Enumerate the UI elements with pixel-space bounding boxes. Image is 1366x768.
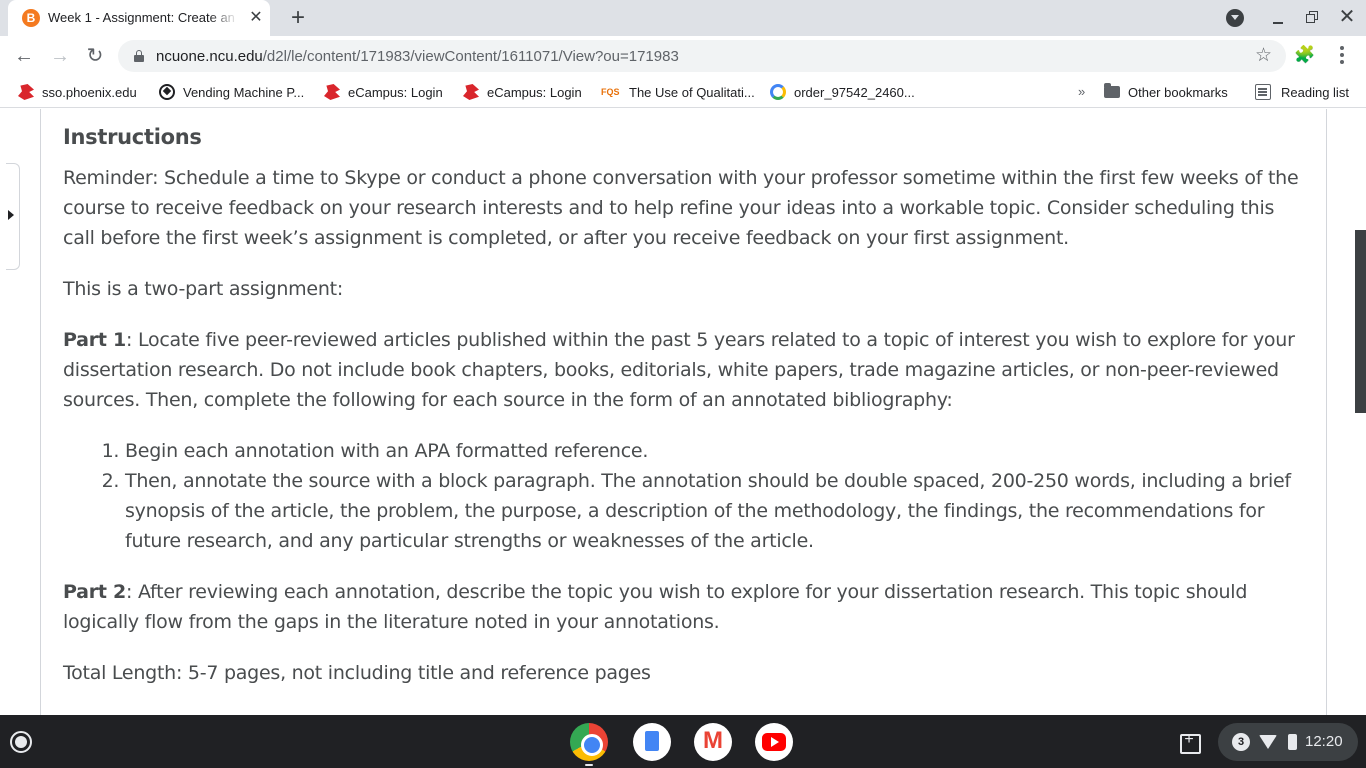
gmail-icon[interactable] (694, 723, 732, 761)
reading-list-label: Reading list (1281, 84, 1349, 100)
tab-title: Week 1 - Assignment: Create an Annotated… (48, 10, 238, 25)
notification-count-badge: 3 (1232, 733, 1250, 751)
side-panel-expand-icon[interactable] (6, 163, 20, 270)
minimize-button[interactable] (1268, 8, 1288, 28)
bookmark-order[interactable]: order_97542_2460... (770, 76, 915, 108)
reading-list-button[interactable]: Reading list (1255, 76, 1349, 108)
status-tray[interactable]: 3 12:20 (1218, 723, 1358, 761)
reading-list-icon (1255, 84, 1271, 100)
part1-label: Part 1 (63, 329, 127, 351)
url-text[interactable]: ncuone.ncu.edu/d2l/le/content/171983/vie… (156, 48, 679, 65)
browser-menu-icon[interactable] (1332, 45, 1352, 67)
wifi-icon (1259, 735, 1277, 749)
tab-strip: B Week 1 - Assignment: Create an Annotat… (0, 0, 1366, 36)
bookmark-label: sso.phoenix.edu (42, 84, 137, 100)
annotation-steps-list: Begin each annotation with an APA format… (125, 436, 1303, 556)
extensions-puzzle-icon[interactable]: 🧩 (1294, 45, 1316, 67)
reload-icon[interactable]: ↻ (81, 42, 109, 70)
content-panel: Instructions Reminder: Schedule a time t… (40, 109, 1327, 715)
blackboard-favicon-icon: B (22, 9, 40, 27)
bookmark-qualitative[interactable]: FQS The Use of Qualitati... (601, 76, 755, 108)
instructions-section: Instructions Reminder: Schedule a time t… (63, 125, 1303, 709)
browser-toolbar: ← → ↻ ncuone.ncu.edu/d2l/le/content/1719… (0, 36, 1366, 76)
window-close-button[interactable]: ✕ (1336, 6, 1358, 28)
url-host: ncuone.ncu.edu (156, 48, 263, 65)
browser-tab[interactable]: B Week 1 - Assignment: Create an Annotat… (8, 0, 270, 36)
tab-search-icon[interactable] (1226, 9, 1244, 27)
running-indicator (585, 764, 593, 766)
vending-icon (159, 84, 175, 100)
list-item: Begin each annotation with an APA format… (125, 436, 1303, 466)
youtube-icon[interactable] (755, 723, 793, 761)
forward-arrow-icon[interactable]: → (46, 42, 74, 70)
tab-close-icon[interactable]: ✕ (246, 8, 266, 28)
phoenix-icon (18, 84, 34, 100)
instructions-heading: Instructions (63, 125, 202, 149)
bookmark-label: eCampus: Login (487, 84, 582, 100)
new-tab-button[interactable]: + (284, 4, 312, 32)
other-bookmarks-folder[interactable]: Other bookmarks (1104, 76, 1228, 108)
bookmark-label: Vending Machine P... (183, 84, 305, 100)
url-path: /d2l/le/content/171983/viewContent/16110… (262, 48, 679, 65)
bookmarks-bar: sso.phoenix.edu Vending Machine P... eCa… (0, 76, 1366, 108)
clock-text: 12:20 (1305, 733, 1343, 750)
part2-text: : After reviewing each annotation, descr… (63, 581, 1248, 633)
launcher-icon[interactable] (10, 731, 32, 753)
page-content: Instructions Reminder: Schedule a time t… (0, 109, 1366, 715)
bookmark-star-icon[interactable]: ☆ (1255, 44, 1272, 67)
part1-paragraph: Part 1: Locate five peer-reviewed articl… (63, 325, 1303, 415)
two-part-paragraph: This is a two-part assignment: (63, 278, 344, 300)
chrome-icon[interactable] (570, 723, 608, 761)
restore-button[interactable] (1302, 8, 1322, 28)
bookmark-label: eCampus: Login (348, 84, 443, 100)
bookmark-label: order_97542_2460... (794, 84, 915, 100)
battery-icon (1288, 734, 1297, 750)
list-item: Then, annotate the source with a block p… (125, 466, 1303, 556)
phoenix-icon (463, 84, 479, 100)
bookmark-ecampus-login-1[interactable]: eCampus: Login (324, 76, 443, 108)
reminder-paragraph: Reminder: Schedule a time to Skype or co… (63, 167, 1299, 249)
google-docs-icon[interactable] (633, 723, 671, 761)
order-icon (770, 84, 786, 100)
bookmark-ecampus-login-2[interactable]: eCampus: Login (463, 76, 582, 108)
bookmark-vending-machine[interactable]: Vending Machine P... (159, 76, 304, 108)
total-length-paragraph: Total Length: 5-7 pages, not including t… (63, 662, 651, 684)
lock-icon[interactable] (134, 50, 144, 62)
other-bookmarks-label: Other bookmarks (1128, 84, 1228, 100)
address-bar[interactable]: ncuone.ncu.edu/d2l/le/content/171983/vie… (118, 40, 1286, 72)
tote-icon[interactable] (1170, 723, 1208, 761)
bookmark-label: The Use of Qualitati... (629, 84, 755, 100)
bookmark-sso-phoenix[interactable]: sso.phoenix.edu (18, 76, 137, 108)
folder-icon (1104, 83, 1120, 98)
scrollbar-thumb[interactable] (1355, 230, 1366, 413)
os-shelf: 3 12:20 (0, 715, 1366, 768)
phoenix-icon (324, 84, 340, 100)
part1-text: : Locate five peer-reviewed articles pub… (63, 329, 1295, 411)
back-arrow-icon[interactable]: ← (10, 42, 38, 70)
bookmarks-overflow-icon[interactable]: » (1078, 84, 1085, 99)
fqs-icon: FQS (601, 87, 620, 97)
part2-paragraph: Part 2: After reviewing each annotation,… (63, 577, 1303, 637)
part2-label: Part 2 (63, 581, 127, 603)
